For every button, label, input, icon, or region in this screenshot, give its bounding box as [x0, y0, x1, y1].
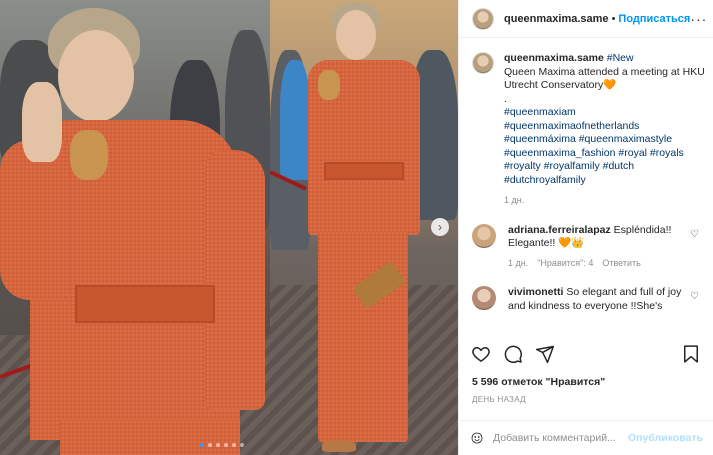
bookmark-icon[interactable]	[681, 344, 701, 364]
caption-line: Queen Maxima attended a meeting at HKU U…	[504, 65, 705, 92]
caption-line[interactable]: #New	[607, 52, 634, 64]
carousel-dot	[200, 443, 204, 447]
hashtag-line[interactable]: #queenmaximaofnetherlands	[504, 120, 705, 134]
photo-closeup	[0, 0, 270, 455]
publish-button[interactable]: Опубликовать	[628, 432, 703, 444]
comment-icon[interactable]	[503, 344, 523, 364]
comment-composer: Опубликовать	[459, 420, 713, 455]
carousel-dot	[216, 443, 220, 447]
list-item: vivimonetti So elegant and full of joy a…	[472, 286, 705, 313]
hashtag-line[interactable]: #queenmaxima_fashion #royal #royals	[504, 147, 705, 161]
header-separator: •	[611, 12, 616, 25]
carousel-next-button[interactable]: ›	[431, 218, 449, 236]
carousel-dot	[240, 443, 244, 447]
heart-icon[interactable]	[471, 344, 491, 364]
hashtag-line[interactable]: #queenmáxima #queenmaximastyle	[504, 133, 705, 147]
emoji-icon[interactable]	[471, 428, 483, 448]
comment-avatar[interactable]	[472, 286, 496, 310]
hashtag-line[interactable]: #queenmaxiam	[504, 106, 705, 120]
carousel-dot	[208, 443, 212, 447]
list-item: adriana.ferreiralapaz Espléndida!! Elega…	[472, 223, 705, 271]
chevron-right-icon: ›	[438, 220, 442, 234]
author-username[interactable]: queenmaxima.same	[504, 13, 609, 25]
comment-username[interactable]: vivimonetti	[508, 286, 563, 298]
more-options-icon[interactable]: ···	[690, 11, 707, 27]
share-icon[interactable]	[535, 344, 555, 364]
reply-button[interactable]: Ответить	[602, 257, 640, 271]
comment-like-icon[interactable]: ♡	[690, 229, 699, 240]
caption-line: .	[504, 92, 507, 105]
comment-like-icon[interactable]: ♡	[690, 291, 699, 302]
post-date[interactable]: ДЕНЬ НАЗАД	[472, 395, 526, 404]
comments-list[interactable]: queenmaxima.same #New Queen Maxima atten…	[459, 52, 713, 332]
likes-count[interactable]: 5 596 отметок "Нравится"	[472, 376, 605, 388]
hashtag-line[interactable]: #royalty #royalfamily #dutch	[504, 160, 705, 174]
hashtag-line[interactable]: #dutchroyalfamily	[504, 174, 705, 188]
follow-button[interactable]: Подписаться	[618, 13, 690, 25]
comment-timestamp[interactable]: 1 дн.	[508, 257, 528, 271]
action-bar	[471, 340, 701, 368]
post-header: queenmaxima.same • Подписаться ···	[459, 0, 713, 38]
caption: queenmaxima.same #New Queen Maxima atten…	[472, 52, 705, 208]
comment-likes[interactable]: "Нравится": 4	[537, 257, 593, 271]
carousel-indicator	[200, 443, 244, 447]
caption-avatar[interactable]	[472, 52, 494, 74]
avatar[interactable]	[472, 7, 494, 30]
caption-username[interactable]: queenmaxima.same	[504, 52, 604, 64]
comment-input[interactable]	[493, 432, 629, 444]
post-side-panel: queenmaxima.same • Подписаться ··· queen…	[458, 0, 713, 455]
photo-fullbody	[270, 0, 458, 455]
post-media[interactable]: ›	[0, 0, 458, 455]
comment-avatar[interactable]	[472, 223, 496, 248]
comment-username[interactable]: adriana.ferreiralapaz	[508, 224, 611, 236]
caption-timestamp[interactable]: 1 дн.	[504, 194, 705, 208]
carousel-dot	[224, 443, 228, 447]
carousel-dot	[232, 443, 236, 447]
